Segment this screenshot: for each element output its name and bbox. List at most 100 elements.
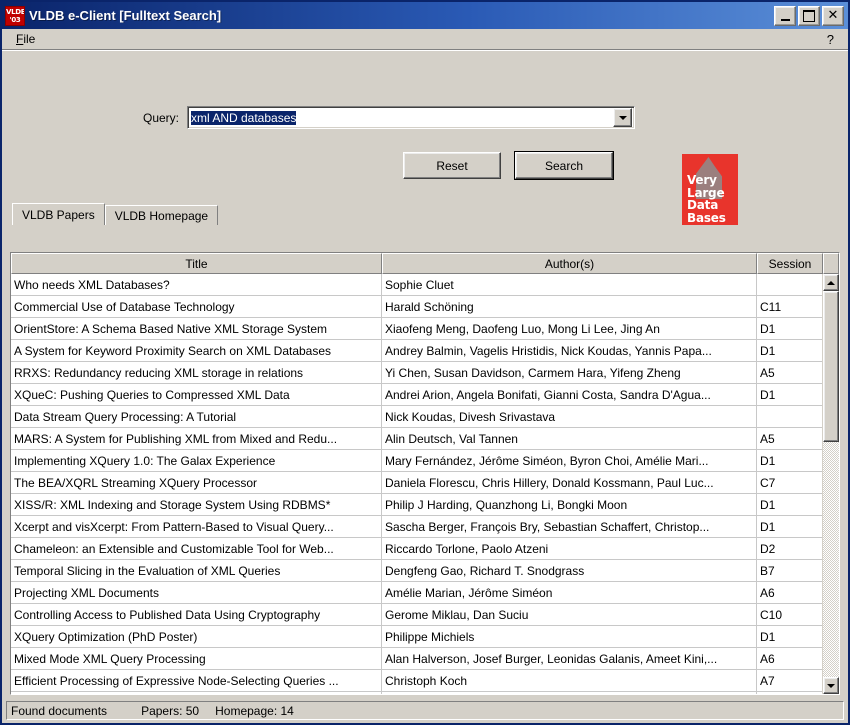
cell-title: Chameleon: an Extensible and Customizabl… [11, 538, 382, 559]
logo-line-1: Very [687, 173, 717, 187]
table-row[interactable]: Controlling Access to Published Data Usi… [11, 604, 822, 626]
table-row[interactable]: OrientStore: A Schema Based Native XML S… [11, 318, 822, 340]
chevron-down-icon [618, 115, 627, 120]
cell-authors: Sascha Berger, François Bry, Sebastian S… [382, 516, 757, 537]
cell-session: A6 [760, 651, 775, 666]
cell-authors: Andrei Arion, Angela Bonifati, Gianni Co… [382, 384, 757, 405]
status-found-documents: Found documents [11, 703, 108, 718]
cell-session: D1 [760, 497, 776, 512]
close-button[interactable]: ✕ [822, 5, 844, 26]
cell-authors: Nick Koudas, Divesh Srivastava [382, 406, 757, 427]
column-header-session[interactable]: Session [757, 253, 823, 274]
menu-item-file[interactable]: File [12, 31, 39, 47]
cell-authors: Sophie Cluet [382, 274, 757, 295]
table-row[interactable]: The BEA/XQRL Streaming XQuery Processor D… [11, 472, 822, 494]
table-row[interactable]: Projecting XML Documents Amélie Marian, J… [11, 582, 822, 604]
table-body: Who needs XML Databases? Sophie Cluet Comm… [11, 274, 822, 694]
cell-authors: Mary Fernández, Jérôme Siméon, Byron Cho… [382, 450, 757, 471]
cell-authors: Harald Schöning [382, 296, 757, 317]
table-row[interactable]: Efficient Processing of Expressive Node-… [11, 670, 822, 692]
cell-session: D1 [760, 629, 776, 644]
tab-vldb-homepage[interactable]: VLDB Homepage [104, 205, 219, 225]
cell-authors: Xiaofeng Meng, Daofeng Luo, Mong Li Lee,… [382, 318, 757, 339]
table-row[interactable]: Chameleon: an Extensible and Customizabl… [11, 538, 822, 560]
search-panel: Query: xml AND databases Reset Search Ve… [2, 50, 848, 225]
cell-title: Data Stream Query Processing: A Tutorial [11, 406, 382, 427]
search-button[interactable]: Search [515, 152, 613, 179]
triangle-up-icon [827, 280, 835, 285]
table-row[interactable]: Mixed Mode XML Query Processing Alan Halv… [11, 648, 822, 670]
cell-session: C7 [760, 475, 776, 490]
cell-title: Controlling Access to Published Data Usi… [11, 604, 382, 625]
cell-title: XISS/R: XML Indexing and Storage System … [11, 494, 382, 515]
query-combobox[interactable]: xml AND databases [187, 106, 635, 129]
table-row[interactable]: Temporal Slicing in the Evaluation of XM… [11, 560, 822, 582]
cell-title: Projecting XML Documents [11, 582, 382, 603]
maximize-button[interactable] [798, 5, 820, 26]
scroll-up-button[interactable] [823, 274, 839, 291]
table-row[interactable]: Data Stream Query Processing: A Tutorial… [11, 406, 822, 428]
cell-authors: Alan Halverson, Josef Burger, Leonidas G… [382, 648, 757, 669]
cell-authors: Alin Deutsch, Val Tannen [382, 428, 757, 449]
vldb-app-icon: VLDB '03 [5, 5, 25, 26]
app-icon-line2: '03 [9, 15, 21, 24]
column-header-title[interactable]: Title [11, 253, 382, 274]
table-row[interactable]: Commercial Use of Database Technology Har… [11, 296, 822, 318]
results-vertical-scrollbar[interactable] [822, 274, 839, 694]
menu-help-button[interactable]: ? [827, 32, 842, 47]
tab-vldb-homepage-label: VLDB Homepage [114, 208, 209, 223]
cell-authors: Daniela Florescu, Chris Hillery, Donald … [382, 472, 757, 493]
reset-button[interactable]: Reset [403, 152, 501, 179]
table-row[interactable]: XQuery Optimization (PhD Poster) Philippe… [11, 626, 822, 648]
status-papers-count: Papers: 50 [141, 703, 200, 718]
table-row[interactable]: MARS: A System for Publishing XML from M… [11, 428, 822, 450]
cell-session: A5 [760, 365, 775, 380]
menu-item-file-label-rest: ile [23, 32, 36, 46]
title-bar: VLDB '03 VLDB e-Client [Fulltext Search]… [2, 2, 848, 29]
table-row[interactable]: RRXS: Redundancy reducing XML storage in… [11, 362, 822, 384]
cell-title: Mixed Mode XML Query Processing [11, 648, 382, 669]
table-row[interactable]: Path Queries on Compressed XMLPeter Bune… [11, 692, 822, 694]
cell-authors: Peter Buneman, Martin Grohe, Christoph K… [382, 692, 757, 694]
cell-authors: Gerome Miklau, Dan Suciu [382, 604, 757, 625]
scroll-track[interactable] [823, 291, 839, 677]
cell-title: Xcerpt and visXcerpt: From Pattern-Based… [11, 516, 382, 537]
cell-title: Implementing XQuery 1.0: The Galax Exper… [11, 450, 382, 471]
tab-vldb-papers[interactable]: VLDB Papers [12, 203, 105, 225]
cell-title: Efficient Processing of Expressive Node-… [11, 670, 382, 691]
query-row: Query: xml AND databases [2, 106, 848, 129]
cell-session: D2 [760, 541, 776, 556]
tab-strip: VLDB Papers VLDB Homepage [2, 203, 848, 225]
cell-session: B7 [760, 563, 775, 578]
table-row[interactable]: XQueC: Pushing Queries to Compressed XML… [11, 384, 822, 406]
table-row[interactable]: A System for Keyword Proximity Search on… [11, 340, 822, 362]
menu-bar: File ? [2, 29, 848, 50]
cell-session: D1 [760, 519, 776, 534]
cell-session [757, 274, 822, 295]
cell-session: D1 [760, 343, 776, 358]
triangle-down-icon [827, 683, 835, 688]
query-dropdown-button[interactable] [613, 108, 632, 127]
minimize-button[interactable] [774, 5, 796, 26]
minimize-icon [780, 16, 790, 21]
cell-authors: Philippe Michiels [382, 626, 757, 647]
scroll-down-button[interactable] [823, 677, 839, 694]
table-row[interactable]: XISS/R: XML Indexing and Storage System … [11, 494, 822, 516]
query-input[interactable]: xml AND databases [188, 110, 613, 125]
scroll-thumb[interactable] [823, 291, 839, 442]
table-row[interactable]: Who needs XML Databases? Sophie Cluet [11, 274, 822, 296]
window-controls: ✕ [774, 5, 846, 26]
cell-title: Temporal Slicing in the Evaluation of XM… [11, 560, 382, 581]
cell-title: RRXS: Redundancy reducing XML storage in… [11, 362, 382, 383]
cell-session: D1 [760, 321, 776, 336]
cell-title: Who needs XML Databases? [11, 274, 382, 295]
client-area: Query: xml AND databases Reset Search Ve… [2, 50, 848, 723]
cell-session [757, 406, 822, 427]
table-row[interactable]: Xcerpt and visXcerpt: From Pattern-Based… [11, 516, 822, 538]
table-row[interactable]: Implementing XQuery 1.0: The Galax Exper… [11, 450, 822, 472]
app-icon-line1: VLDB [6, 7, 25, 16]
application-window: VLDB '03 VLDB e-Client [Fulltext Search]… [0, 0, 850, 725]
tab-vldb-papers-label: VLDB Papers [22, 207, 95, 222]
column-header-authors[interactable]: Author(s) [382, 253, 757, 274]
close-icon: ✕ [827, 8, 839, 23]
